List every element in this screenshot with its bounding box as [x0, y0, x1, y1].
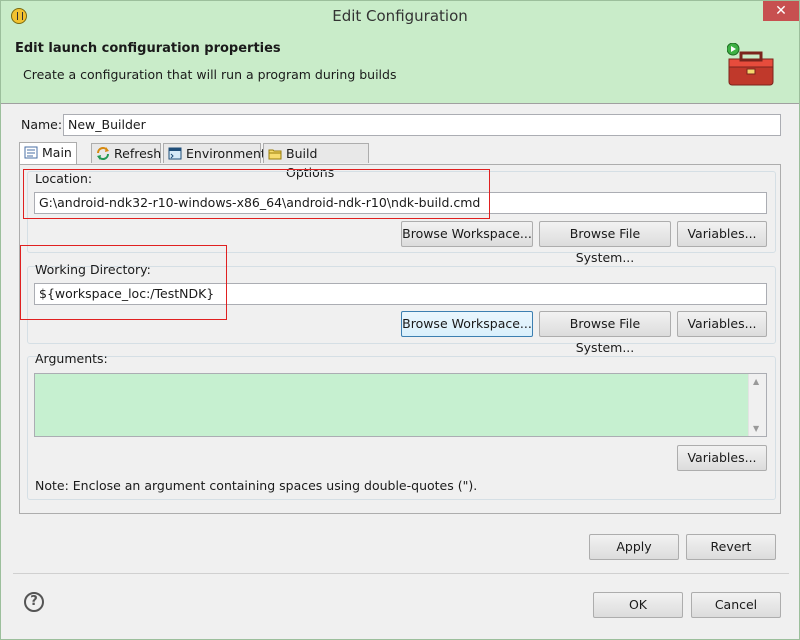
title-bar[interactable]: Edit Configuration ✕: [1, 1, 799, 31]
location-browse-file-system-button[interactable]: Browse File System...: [539, 221, 671, 265]
tab-environment[interactable]: Environment: [163, 143, 266, 163]
tab-main[interactable]: Main: [19, 142, 77, 164]
folder-icon: [268, 149, 282, 160]
cancel-button[interactable]: Cancel: [691, 592, 781, 618]
dialog-header: Edit launch configuration properties Cre…: [1, 31, 799, 104]
apply-button[interactable]: Apply: [589, 534, 679, 560]
header-title: Edit launch configuration properties: [15, 41, 281, 56]
location-browse-workspace-button[interactable]: Browse Workspace...: [401, 221, 533, 247]
ok-button[interactable]: OK: [593, 592, 683, 618]
location-variables-button[interactable]: Variables...: [677, 221, 767, 247]
arguments-note: Note: Enclose an argument containing spa…: [35, 478, 478, 493]
working-directory-browse-workspace-button[interactable]: Browse Workspace...: [401, 311, 533, 337]
close-button[interactable]: ✕: [763, 1, 799, 21]
scroll-up-icon[interactable]: ▲: [753, 377, 759, 386]
working-directory-variables-button[interactable]: Variables...: [677, 311, 767, 337]
window-title: Edit Configuration: [332, 7, 468, 25]
arguments-variables-button[interactable]: Variables...: [677, 445, 767, 471]
location-highlight-box: [23, 169, 490, 219]
tab-main-label: Main: [42, 145, 72, 160]
working-directory-browse-file-system-button[interactable]: Browse File System...: [539, 311, 671, 355]
footer-separator: [13, 573, 789, 574]
tab-build-options[interactable]: Build Options: [263, 143, 369, 180]
environment-icon: [168, 147, 182, 160]
header-description: Create a configuration that will run a p…: [23, 67, 397, 82]
scroll-down-icon[interactable]: ▼: [753, 424, 759, 433]
working-directory-highlight-box: [20, 245, 227, 320]
arguments-label: Arguments:: [35, 351, 108, 366]
help-icon[interactable]: ?: [24, 592, 44, 612]
name-label: Name:: [21, 117, 63, 132]
tab-environment-label: Environment: [186, 146, 266, 161]
name-input[interactable]: New_Builder: [63, 114, 781, 136]
tab-refresh[interactable]: Refresh: [91, 143, 161, 163]
edit-configuration-dialog: Edit Configuration ✕ Edit launch configu…: [0, 0, 800, 640]
arguments-scrollbar[interactable]: ▲ ▼: [748, 374, 766, 436]
arguments-textarea[interactable]: ▲ ▼: [34, 373, 767, 437]
toolbox-run-icon: [727, 43, 774, 86]
tab-refresh-label: Refresh: [114, 146, 162, 161]
revert-button[interactable]: Revert: [686, 534, 776, 560]
refresh-icon: [97, 147, 109, 160]
main-tab-icon: [24, 146, 38, 159]
